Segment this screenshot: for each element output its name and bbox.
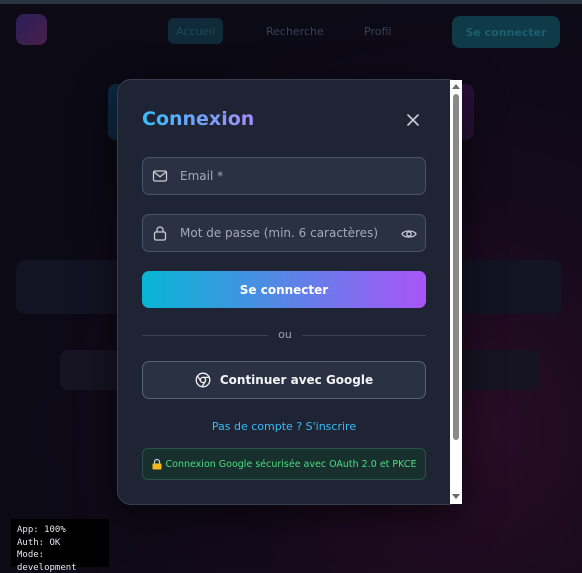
show-password-eye-icon[interactable] xyxy=(401,226,417,242)
signup-link[interactable]: Pas de compte ? S'inscrire xyxy=(142,420,426,433)
divider-or: ou xyxy=(278,328,292,341)
debug-auth-status: Auth: OK xyxy=(17,537,61,548)
mail-icon xyxy=(152,170,168,182)
debug-status-panel: App: 100% Auth: OK Mode: development xyxy=(11,519,109,573)
scroll-up-arrow-icon[interactable] xyxy=(452,84,460,89)
debug-mode-status: Mode: development xyxy=(17,550,77,573)
oauth-security-notice: Connexion Google sécurisée avec OAuth 2.… xyxy=(142,448,426,480)
debug-app-status: App: 100% xyxy=(17,525,66,535)
divider-line-right xyxy=(302,335,426,336)
divider-line-left xyxy=(142,335,268,336)
close-button[interactable] xyxy=(402,109,424,131)
password-field-container xyxy=(142,214,426,252)
google-login-button[interactable]: Continuer avec Google xyxy=(142,361,426,399)
lock-icon xyxy=(153,226,167,241)
password-field[interactable] xyxy=(180,215,380,251)
google-chrome-icon xyxy=(195,372,211,388)
background-nav-profile-label: Profil xyxy=(364,24,392,38)
background-nav-search-label: Recherche xyxy=(266,24,324,38)
background-login-label: Se connecter xyxy=(465,25,547,39)
modal-title: Connexion xyxy=(142,108,255,130)
login-modal: Connexion Se connecter ou Con xyxy=(117,79,462,505)
background-nav-home: Accueil xyxy=(168,18,224,44)
background-nav-home-label: Accueil xyxy=(176,24,216,38)
scroll-down-arrow-icon[interactable] xyxy=(452,494,460,499)
padlock-icon xyxy=(152,458,162,469)
scrollbar-thumb[interactable] xyxy=(453,94,459,440)
background-nav-search: Recherche xyxy=(258,18,332,44)
background-nav-profile: Profil xyxy=(356,18,399,44)
google-login-label: Continuer avec Google xyxy=(219,373,374,387)
oauth-security-text: Connexion Google sécurisée avec OAuth 2.… xyxy=(165,458,417,470)
modal-scrollbar[interactable] xyxy=(450,80,462,504)
background-logo xyxy=(16,14,47,45)
login-submit-button[interactable]: Se connecter xyxy=(142,271,426,308)
background-login-button: Se connecter xyxy=(452,16,560,48)
email-field-container xyxy=(142,157,426,195)
close-icon xyxy=(407,114,419,126)
background-navbar: Accueil Recherche Profil Se connecter xyxy=(0,4,582,54)
email-field[interactable] xyxy=(180,158,380,194)
